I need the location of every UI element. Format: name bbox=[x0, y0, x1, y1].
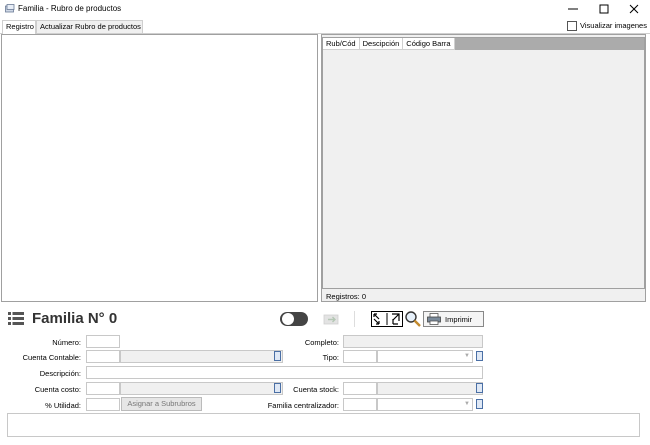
visualizar-imagenes-label: Visualizar imagenes bbox=[580, 21, 647, 30]
registros-count: Registros: 0 bbox=[326, 292, 367, 301]
chevron-down-icon: ▼ bbox=[464, 353, 470, 359]
notes-textarea[interactable] bbox=[7, 413, 640, 437]
cuenta-contable-code-input[interactable] bbox=[86, 350, 120, 363]
grid-body[interactable] bbox=[323, 50, 644, 288]
minimize-button[interactable] bbox=[558, 0, 588, 18]
familia-title: Familia N° 0 bbox=[32, 310, 118, 327]
cuenta-stock-description bbox=[377, 382, 483, 395]
familia-centralizador-lookup-icon[interactable] bbox=[476, 399, 483, 409]
cuenta-costo-description bbox=[120, 382, 283, 395]
window-title: Familia - Rubro de productos bbox=[18, 4, 122, 13]
go-arrow-icon[interactable] bbox=[322, 312, 342, 326]
tree-panel[interactable] bbox=[1, 34, 318, 302]
cuenta-stock-code-input[interactable] bbox=[343, 382, 377, 395]
app-icon bbox=[5, 4, 15, 13]
expand-icon bbox=[373, 313, 400, 325]
printer-icon bbox=[427, 313, 441, 325]
list-icon[interactable] bbox=[8, 312, 24, 325]
descripcion-label: Descripción: bbox=[39, 369, 81, 378]
cuenta-stock-label: Cuenta stock: bbox=[293, 385, 339, 394]
familia-centralizador-select[interactable]: ▼ bbox=[377, 398, 473, 411]
grid-header: Rub/Cód Descipción Código Barra bbox=[323, 38, 455, 50]
tab-actualizar-rubro[interactable]: Actualizar Rubro de productos bbox=[36, 20, 143, 33]
column-header-codigo-barra[interactable]: Código Barra bbox=[403, 38, 455, 50]
toolbar-separator bbox=[354, 311, 355, 327]
cuenta-stock-lookup-icon[interactable] bbox=[476, 383, 483, 393]
tipo-code-input[interactable] bbox=[343, 350, 377, 363]
utilidad-input[interactable] bbox=[86, 398, 120, 411]
column-header-rub-cod[interactable]: Rub/Cód bbox=[323, 38, 360, 50]
numero-label: Número: bbox=[52, 338, 81, 347]
familia-centralizador-code-input[interactable] bbox=[343, 398, 377, 411]
tipo-label: Tipo: bbox=[322, 353, 339, 362]
asignar-subrubros-button[interactable]: Asignar a Subrubros bbox=[121, 397, 202, 411]
toggle-knob bbox=[282, 313, 294, 325]
cuenta-contable-label: Cuenta Contable: bbox=[22, 353, 81, 362]
print-label: Imprimir bbox=[445, 314, 473, 324]
completo-field bbox=[343, 335, 483, 348]
search-icon[interactable] bbox=[404, 310, 422, 327]
completo-label: Completo: bbox=[304, 338, 339, 347]
maximize-button[interactable] bbox=[589, 0, 619, 18]
close-button[interactable] bbox=[619, 0, 649, 18]
column-header-descripcion[interactable]: Descipción bbox=[359, 38, 404, 50]
tipo-lookup-icon[interactable] bbox=[476, 351, 483, 361]
cuenta-costo-code-input[interactable] bbox=[86, 382, 120, 395]
minimize-icon bbox=[568, 8, 578, 10]
tab-registro[interactable]: Registro bbox=[2, 20, 36, 34]
descripcion-input[interactable] bbox=[86, 366, 483, 379]
print-button[interactable]: Imprimir bbox=[423, 311, 484, 327]
cuenta-costo-label: Cuenta costo: bbox=[34, 385, 81, 394]
close-icon bbox=[629, 4, 639, 14]
numero-input[interactable] bbox=[86, 335, 120, 348]
cuenta-contable-description bbox=[120, 350, 283, 363]
visualizar-imagenes-checkbox[interactable] bbox=[567, 21, 577, 31]
chevron-down-icon: ▼ bbox=[464, 401, 470, 407]
tipo-select[interactable]: ▼ bbox=[377, 350, 473, 363]
utilidad-label: % Utilidad: bbox=[45, 401, 81, 410]
maximize-icon bbox=[599, 4, 609, 14]
expand-collapse-button[interactable] bbox=[371, 311, 403, 327]
familia-centralizador-label: Familia centralizador: bbox=[267, 401, 339, 410]
